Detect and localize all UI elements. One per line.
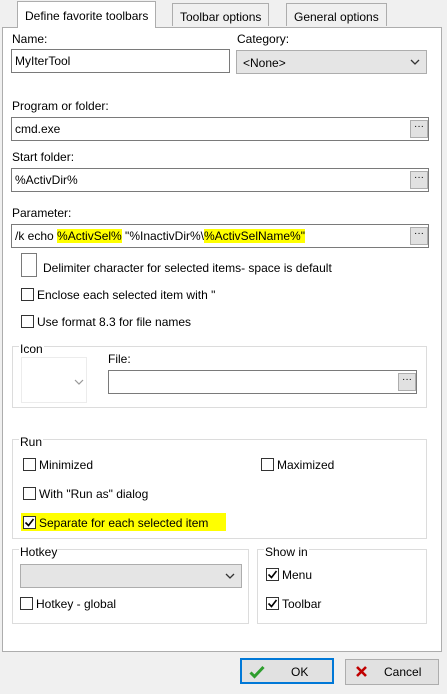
icon-group-label: Icon <box>19 342 44 356</box>
show-in-toolbar-label: Toolbar <box>282 597 322 611</box>
ok-button[interactable]: OK <box>240 658 334 684</box>
start-folder-browse-button[interactable]: ··· <box>410 171 428 189</box>
name-input[interactable]: MyIterTool <box>11 49 230 73</box>
show-in-menu-checkbox[interactable] <box>266 568 279 581</box>
format83-label: Use format 8.3 for file names <box>37 315 192 329</box>
start-folder-label: Start folder: <box>12 150 75 164</box>
icon-picker[interactable] <box>21 357 87 403</box>
show-in-group <box>257 549 427 624</box>
ok-label: OK <box>291 665 309 679</box>
chevron-down-icon <box>74 379 84 385</box>
chevron-down-icon <box>225 573 235 579</box>
separate-checkbox[interactable] <box>23 516 36 529</box>
chevron-down-icon <box>410 59 420 65</box>
category-label: Category: <box>237 32 290 46</box>
show-in-toolbar-checkbox[interactable] <box>266 597 279 610</box>
hotkey-global-checkbox[interactable] <box>20 597 33 610</box>
program-input[interactable]: cmd.exe <box>11 117 429 141</box>
check-icon <box>249 665 265 679</box>
program-browse-button[interactable]: ··· <box>410 120 428 138</box>
parameter-label: Parameter: <box>12 206 72 220</box>
maximized-checkbox[interactable] <box>261 458 274 471</box>
enclose-label: Enclose each selected item with " <box>37 288 216 302</box>
cancel-button[interactable]: Cancel <box>345 659 439 685</box>
name-label: Name: <box>12 32 48 46</box>
checkmark-icon <box>267 599 278 608</box>
minimized-label: Minimized <box>39 458 94 472</box>
checkmark-icon <box>267 570 278 579</box>
parameter-text-middle: "%InactivDir%\ <box>121 229 204 243</box>
minimized-checkbox[interactable] <box>23 458 36 471</box>
parameter-highlight-activsel: %ActivSel% <box>57 229 122 243</box>
tab-toolbar-options[interactable]: Toolbar options <box>172 3 270 26</box>
format83-checkbox[interactable] <box>21 315 34 328</box>
hotkey-group-label: Hotkey <box>19 545 59 559</box>
hotkey-dropdown[interactable] <box>20 564 242 588</box>
delimiter-input[interactable] <box>21 253 37 277</box>
tab-general-options[interactable]: General options <box>286 3 387 26</box>
x-icon <box>356 666 367 677</box>
run-as-checkbox[interactable] <box>23 487 36 500</box>
cancel-label: Cancel <box>384 665 422 679</box>
enclose-checkbox[interactable] <box>21 288 34 301</box>
start-folder-input[interactable]: %ActivDir% <box>11 168 429 192</box>
parameter-browse-button[interactable]: ··· <box>410 227 428 245</box>
delimiter-label: Delimiter character for selected items- … <box>43 261 332 275</box>
category-dropdown[interactable]: <None> <box>236 50 427 74</box>
icon-file-input[interactable] <box>108 370 417 394</box>
tab-define-favorite-toolbars[interactable]: Define favorite toolbars <box>17 1 157 28</box>
parameter-input[interactable]: /k echo %ActivSel% "%InactivDir%\%ActivS… <box>11 224 429 248</box>
category-value: <None> <box>243 56 286 70</box>
hotkey-global-label: Hotkey - global <box>36 597 117 611</box>
icon-file-browse-button[interactable]: ··· <box>398 373 416 391</box>
show-in-group-label: Show in <box>264 545 309 559</box>
checkmark-icon <box>24 518 35 527</box>
program-label: Program or folder: <box>12 99 109 113</box>
show-in-menu-label: Menu <box>282 568 313 582</box>
run-group-label: Run <box>19 435 44 449</box>
maximized-label: Maximized <box>277 458 335 472</box>
separate-label: Separate for each selected item <box>39 516 209 530</box>
parameter-highlight-activselname: %ActivSelName%" <box>204 229 305 243</box>
run-as-label: With "Run as" dialog <box>39 487 149 501</box>
parameter-text-prefix: /k echo <box>15 229 58 243</box>
icon-file-label: File: <box>108 352 131 366</box>
